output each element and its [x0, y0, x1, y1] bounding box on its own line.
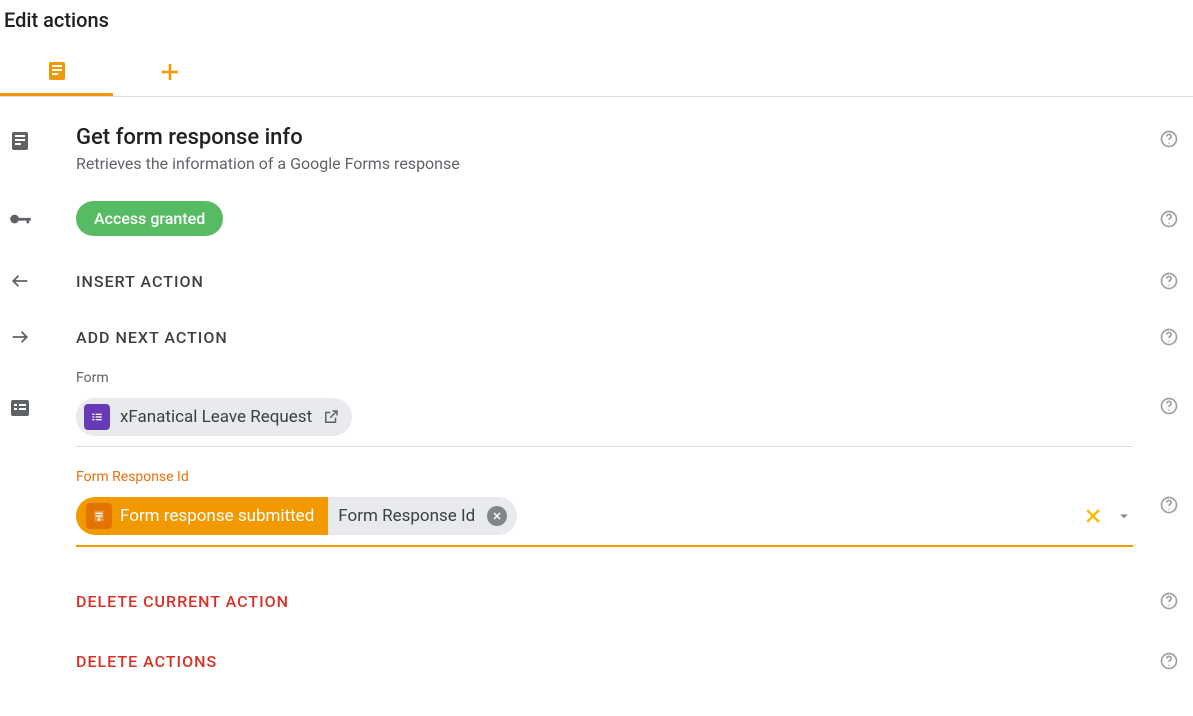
spacer [0, 659, 40, 663]
form-action-icon [45, 59, 69, 83]
form-submit-icon [86, 503, 112, 529]
help-button[interactable] [1145, 327, 1193, 347]
source-chip[interactable]: Form response submitted [76, 497, 328, 535]
help-button[interactable] [1145, 271, 1193, 291]
dropdown-button[interactable] [1115, 507, 1133, 525]
action-description: Retrieves the information of a Google Fo… [76, 154, 1133, 173]
add-next-action-button[interactable]: ADD NEXT ACTION [76, 328, 228, 347]
help-button[interactable] [1145, 370, 1193, 416]
spacer [0, 599, 40, 603]
delete-current-action-button[interactable]: DELETE CURRENT ACTION [76, 592, 289, 611]
remove-chip-button[interactable] [487, 506, 507, 526]
action-title: Get form response info [76, 125, 1133, 150]
form-action-icon [0, 125, 40, 153]
help-button[interactable] [1145, 591, 1193, 611]
value-chip-label: Form Response Id [338, 506, 475, 526]
open-in-new-icon[interactable] [322, 408, 340, 426]
help-button[interactable] [1145, 469, 1193, 515]
help-button[interactable] [1145, 651, 1193, 671]
spacer [0, 469, 40, 473]
tab-add-action[interactable] [113, 48, 226, 96]
arrow-right-icon [0, 326, 40, 348]
insert-action-button[interactable]: INSERT ACTION [76, 272, 204, 291]
arrow-left-icon [0, 270, 40, 292]
help-button[interactable] [1145, 125, 1193, 149]
delete-actions-button[interactable]: DELETE ACTIONS [76, 652, 217, 671]
form-chip-label: xFanatical Leave Request [120, 407, 312, 427]
tabs [0, 48, 1193, 97]
google-forms-icon [84, 404, 110, 430]
form-chip[interactable]: xFanatical Leave Request [76, 398, 352, 436]
response-id-label: Form Response Id [76, 469, 1133, 485]
tab-current-action[interactable] [0, 48, 113, 96]
clear-field-button[interactable] [1083, 506, 1103, 526]
source-chip-label: Form response submitted [120, 506, 314, 526]
help-button[interactable] [1145, 209, 1193, 229]
access-granted-chip[interactable]: Access granted [76, 201, 223, 236]
list-icon [0, 370, 40, 420]
page-title: Edit actions [4, 8, 1193, 32]
value-chip[interactable]: Form Response Id [328, 497, 517, 535]
response-id-field[interactable]: Form response submitted Form Response Id [76, 491, 1133, 547]
form-field-label: Form [76, 370, 1133, 386]
plus-icon [158, 60, 182, 84]
form-field[interactable]: xFanatical Leave Request [76, 392, 1133, 447]
key-icon [0, 206, 40, 232]
